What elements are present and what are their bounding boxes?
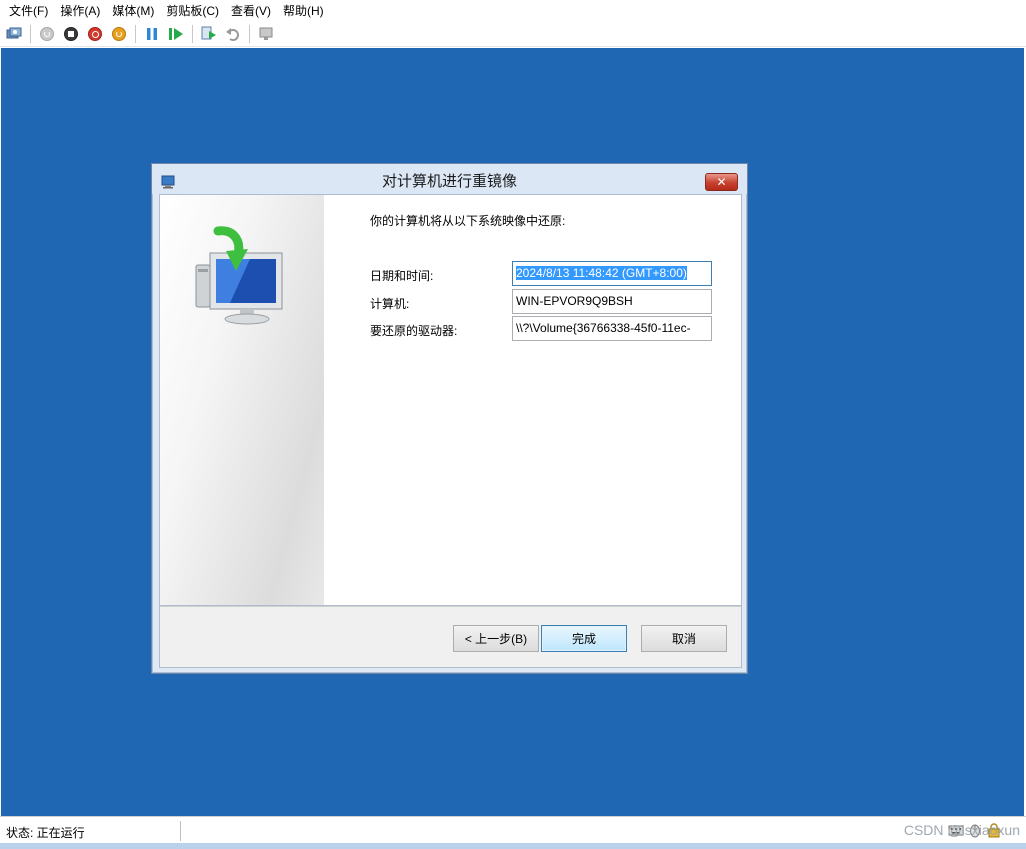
toolbar	[0, 22, 1026, 47]
menu-action[interactable]: 操作(A)	[54, 0, 106, 22]
back-button[interactable]: < 上一步(B)	[453, 625, 539, 652]
enhanced-session-icon[interactable]	[256, 24, 276, 44]
datetime-value: 2024/8/13 11:48:42 (GMT+8:00)	[516, 266, 687, 280]
menu-bar: 文件(F) 操作(A) 媒体(M) 剪贴板(C) 查看(V) 帮助(H)	[0, 0, 1026, 22]
status-bar: 状态: 正在运行 CSDN @isxiaoxun	[0, 816, 1026, 843]
menu-media[interactable]: 媒体(M)	[106, 0, 160, 22]
resume-icon[interactable]	[166, 24, 186, 44]
computer-label: 计算机:	[370, 297, 410, 311]
dialog-title: 对计算机进行重镜像	[381, 173, 517, 190]
turn-off-icon[interactable]	[61, 24, 81, 44]
toolbar-separator	[135, 25, 136, 43]
checkpoint-icon[interactable]	[199, 24, 219, 44]
window-bottom-border	[0, 843, 1026, 849]
drive-field[interactable]: \\?\Volume{36766338-45f0-11ec-	[512, 316, 712, 341]
ctrl-alt-del-icon[interactable]	[4, 24, 24, 44]
intro-text: 你的计算机将从以下系统映像中还原:	[370, 214, 566, 228]
status-panel	[186, 820, 946, 841]
dialog-body: 你的计算机将从以下系统映像中还原: 日期和时间: 2024/8/13 11:48…	[159, 194, 742, 606]
drive-label: 要还原的驱动器:	[370, 324, 458, 338]
datetime-label: 日期和时间:	[370, 269, 434, 283]
finish-button[interactable]: 完成	[541, 625, 627, 652]
menu-file[interactable]: 文件(F)	[3, 0, 54, 22]
menu-clipboard[interactable]: 剪贴板(C)	[160, 0, 225, 22]
reimage-dialog: 对计算机进行重镜像 ✕ 你的计算机将从以下系统映像中还原: 日期和时间: 202…	[151, 163, 748, 674]
toolbar-separator	[192, 25, 193, 43]
drive-value: \\?\Volume{36766338-45f0-11ec-	[516, 321, 691, 335]
datetime-field[interactable]: 2024/8/13 11:48:42 (GMT+8:00)	[512, 261, 712, 286]
shutdown-icon[interactable]	[85, 24, 105, 44]
dialog-titlebar[interactable]: 对计算机进行重镜像 ✕	[152, 164, 747, 194]
toolbar-separator	[30, 25, 31, 43]
close-button[interactable]: ✕	[705, 173, 738, 191]
watermark: CSDN @isxiaoxun	[903, 822, 1020, 838]
toolbar-separator	[249, 25, 250, 43]
start-icon[interactable]	[37, 24, 57, 44]
side-panel	[160, 195, 324, 605]
dialog-footer: < 上一步(B) 完成 取消	[159, 606, 742, 668]
pause-icon[interactable]	[142, 24, 162, 44]
revert-icon[interactable]	[223, 24, 243, 44]
status-text: 状态: 正在运行	[6, 826, 85, 840]
power-icon[interactable]	[109, 24, 129, 44]
status-separator	[180, 821, 181, 841]
computer-field[interactable]: WIN-EPVOR9Q9BSH	[512, 289, 712, 314]
menu-help[interactable]: 帮助(H)	[277, 0, 330, 22]
menu-view[interactable]: 查看(V)	[225, 0, 277, 22]
computer-value: WIN-EPVOR9Q9BSH	[516, 294, 633, 308]
system-restore-icon	[190, 225, 298, 325]
cancel-button[interactable]: 取消	[641, 625, 727, 652]
